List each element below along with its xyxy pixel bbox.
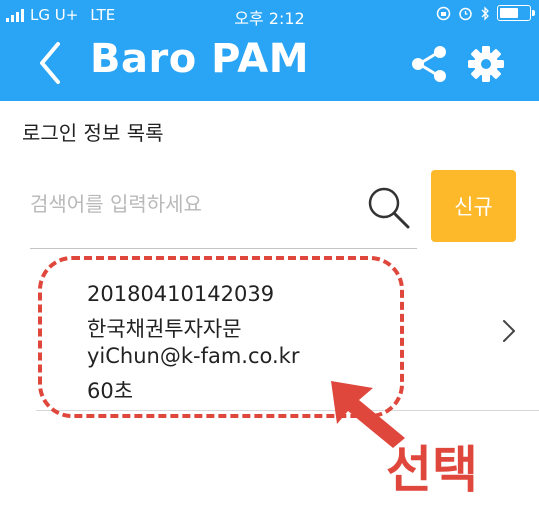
status-right [436,5,535,21]
search-icon[interactable] [364,183,412,231]
status-bar: LG U+ LTE 오후 2:12 [0,0,539,30]
search-input[interactable] [30,180,360,228]
select-annotation-label: 선택 [386,441,478,499]
bluetooth-icon [481,5,489,21]
new-button[interactable]: 신규 [431,170,516,242]
app-title: Baro PAM [90,36,310,82]
chevron-right-icon[interactable] [500,318,518,344]
share-icon[interactable] [409,44,449,84]
search-underline [30,248,417,249]
chevron-left-icon[interactable] [34,40,70,86]
rotation-lock-icon [436,6,451,20]
alarm-icon [459,7,472,20]
section-title: 로그인 정보 목록 [22,121,164,145]
gear-icon[interactable] [466,44,506,84]
app-header: LG U+ LTE 오후 2:12 Baro PAM [0,0,539,101]
battery-icon [497,5,535,21]
